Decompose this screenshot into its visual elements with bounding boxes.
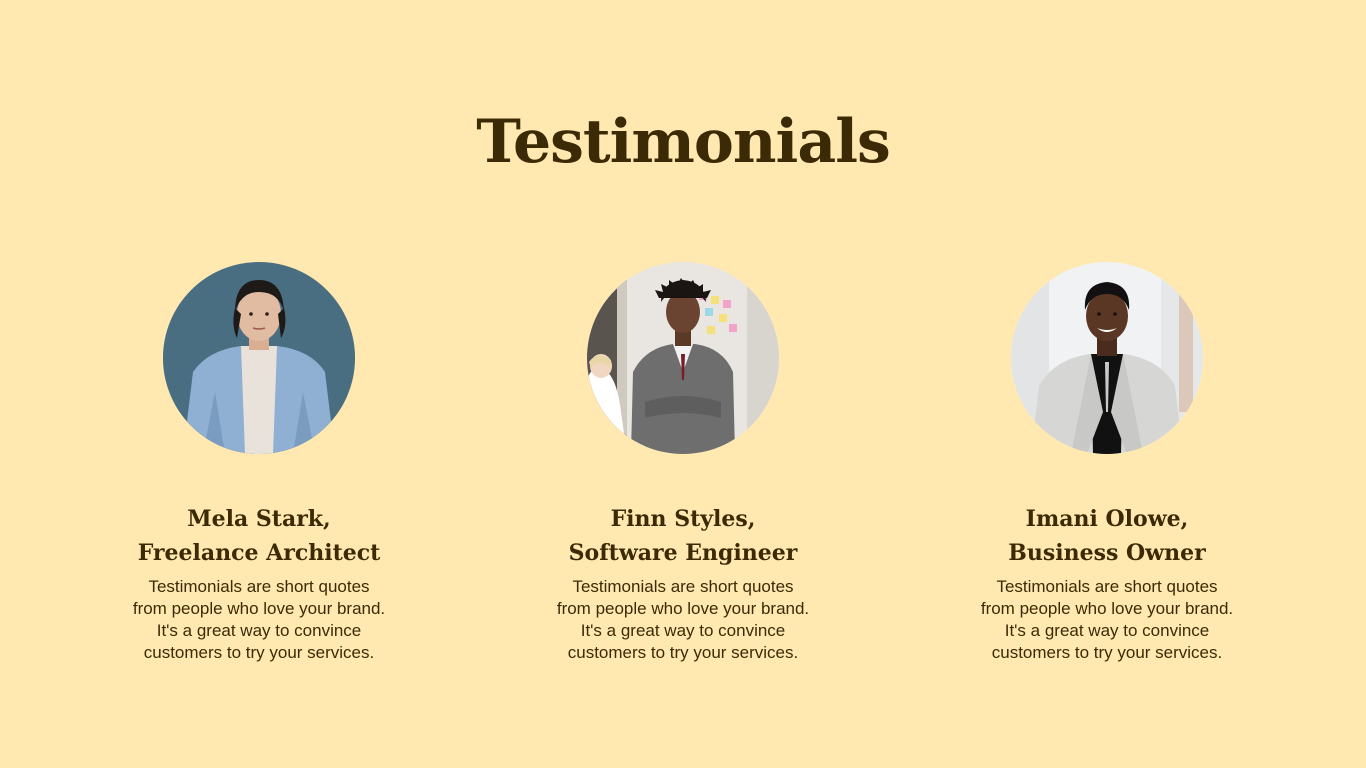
testimonial-card: Mela Stark, Freelance Architect Testimon… bbox=[89, 262, 429, 664]
testimonial-role: Software Engineer bbox=[568, 540, 798, 566]
testimonial-card: Finn Styles, Software Engineer Testimoni… bbox=[513, 262, 853, 664]
quote-line: It's a great way to convince bbox=[580, 621, 786, 640]
avatar bbox=[1011, 262, 1203, 454]
quote-line: from people who love your brand. bbox=[556, 599, 810, 618]
testimonial-name: Finn Styles, bbox=[610, 506, 756, 532]
quote-line: customers to try your services. bbox=[567, 643, 799, 662]
quote-line: Testimonials are short quotes bbox=[996, 577, 1218, 596]
quote-line: from people who love your brand. bbox=[980, 599, 1234, 618]
testimonial-name: Mela Stark, bbox=[187, 506, 331, 532]
testimonial-quote: Testimonials are short quotes from peopl… bbox=[89, 576, 429, 664]
quote-line: It's a great way to convince bbox=[156, 621, 362, 640]
quote-line: from people who love your brand. bbox=[132, 599, 386, 618]
testimonial-role: Freelance Architect bbox=[137, 540, 381, 566]
quote-line: It's a great way to convince bbox=[1004, 621, 1210, 640]
page-title: Testimonials bbox=[476, 107, 891, 177]
testimonial-quote: Testimonials are short quotes from peopl… bbox=[513, 576, 853, 664]
quote-line: customers to try your services. bbox=[991, 643, 1223, 662]
testimonial-card: Imani Olowe, Business Owner Testimonials… bbox=[937, 262, 1277, 664]
avatar bbox=[587, 262, 779, 454]
testimonial-quote: Testimonials are short quotes from peopl… bbox=[937, 576, 1277, 664]
testimonial-role: Business Owner bbox=[1008, 540, 1206, 566]
testimonials-section: Mela Stark, Freelance Architect Testimon… bbox=[0, 262, 1366, 682]
quote-line: Testimonials are short quotes bbox=[148, 577, 370, 596]
testimonial-name: Imani Olowe, bbox=[1025, 506, 1189, 532]
avatar bbox=[163, 262, 355, 454]
quote-line: customers to try your services. bbox=[143, 643, 375, 662]
quote-line: Testimonials are short quotes bbox=[572, 577, 794, 596]
